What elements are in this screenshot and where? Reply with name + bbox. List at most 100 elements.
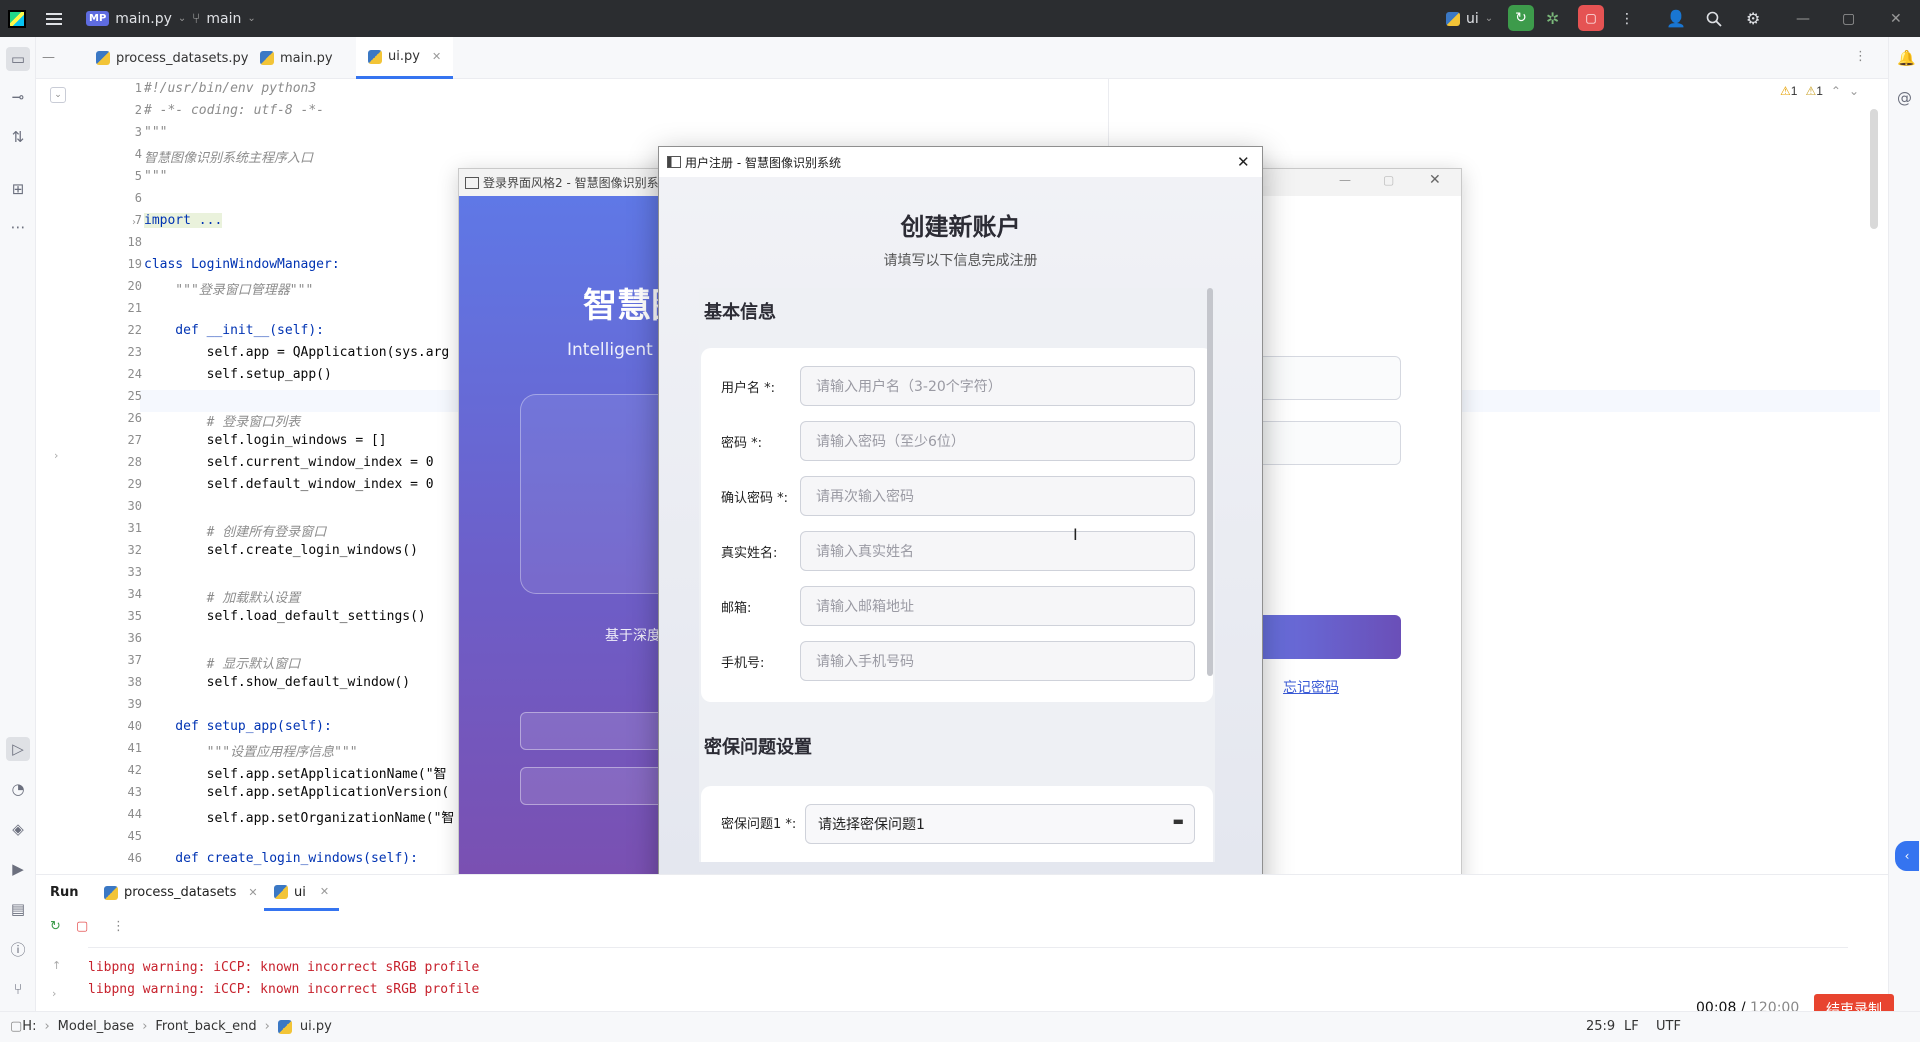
structure-button[interactable]: ⊞ [6,177,30,201]
run-more-button[interactable]: ⋮ [112,919,125,934]
line-number[interactable]: 36 [86,631,142,645]
line-number[interactable]: 39 [86,697,142,711]
search-button[interactable] [1706,0,1722,37]
line-number[interactable]: 33 [86,565,142,579]
cursor-position[interactable]: 25:9 [1586,1019,1615,1034]
console-output[interactable]: libpng warning: iCCP: known incorrect sR… [88,957,479,1001]
close-icon[interactable]: ✕ [320,885,329,908]
login-maximize-button[interactable]: ▢ [1383,173,1394,187]
line-number[interactable]: 43 [86,785,142,799]
line-number[interactable]: 26 [86,411,142,425]
minimize-button[interactable]: — [1796,0,1810,37]
git-button[interactable]: ⑂ [6,977,30,1001]
close-tab-icon[interactable]: ✕ [432,50,441,63]
line-number[interactable]: 18 [86,235,142,249]
close-icon[interactable]: ✕ [248,886,257,899]
scroll-up-button[interactable]: ↑ [52,959,61,972]
line-number[interactable]: 31 [86,521,142,535]
line-number[interactable]: 23 [86,345,142,359]
settings-button[interactable]: ⚙ [1746,0,1760,37]
line-number[interactable]: 5 [86,169,142,183]
line-number[interactable]: 32 [86,543,142,557]
tab-ui[interactable]: ui.py ✕ [356,37,454,79]
add-user-button[interactable]: 👤 [1666,0,1686,37]
line-number[interactable]: 19 [86,257,142,271]
line-number[interactable]: 1 [86,81,142,95]
pull-requests-button[interactable]: ⇅ [6,125,30,149]
interpreter-selector[interactable]: ui ⌄ [1446,0,1493,37]
line-number[interactable]: 41 [86,741,142,755]
line-number[interactable]: 25 [86,389,142,403]
line-number[interactable]: 29 [86,477,142,491]
login-password-input[interactable] [1253,421,1401,465]
line-number[interactable]: 2 [86,103,142,117]
line-number[interactable]: 7 [86,213,142,227]
editor-scrollbar[interactable] [1870,109,1878,229]
login-close-button[interactable]: ✕ [1429,172,1441,188]
line-number[interactable]: 42 [86,763,142,777]
line-number[interactable]: 45 [86,829,142,843]
line-number[interactable]: 34 [86,587,142,601]
tab-process-datasets[interactable]: process_datasets.py [82,37,262,79]
stop-button[interactable]: ▢ [1578,5,1604,31]
field-input[interactable]: 请输入邮箱地址 [800,586,1195,626]
line-number[interactable]: 40 [86,719,142,733]
security-question-1-select[interactable]: 请选择密保问题1 ▬ [805,804,1195,844]
line-number[interactable]: 38 [86,675,142,689]
login-username-input[interactable] [1253,356,1401,400]
line-number[interactable]: 27 [86,433,142,447]
fold-toggle[interactable]: ⌄ [50,87,66,103]
line-number[interactable]: 37 [86,653,142,667]
commit-tool-button[interactable]: ⊸ [6,85,30,109]
collapse-panel-button[interactable]: ‹ [1895,841,1919,871]
line-number[interactable]: 6 [86,191,142,205]
login-minimize-button[interactable]: — [1339,173,1351,187]
main-menu-button[interactable] [46,0,62,37]
problems-button[interactable]: ⓘ [6,937,30,961]
breadcrumb-model-base[interactable]: Model_base [58,1019,135,1034]
prev-highlight-icon[interactable]: ⌃ [1831,84,1841,98]
line-number[interactable]: 21 [86,301,142,315]
forgot-password-link[interactable]: 忘记密码 [1283,677,1339,697]
maximize-button[interactable]: ▢ [1842,0,1855,37]
line-ending[interactable]: LF [1624,1019,1639,1034]
line-number[interactable]: 20 [86,279,142,293]
project-tool-button[interactable]: ▭ [6,47,30,71]
app-logo[interactable] [8,0,26,37]
collapse-button[interactable]: — [42,50,55,65]
login-submit-button[interactable] [1253,615,1401,659]
more-actions-button[interactable]: ⋮ [1620,0,1634,37]
dialog-close-button[interactable]: ✕ [1237,153,1250,171]
form-scrollbar-thumb[interactable] [1207,288,1213,676]
line-number[interactable]: 44 [86,807,142,821]
line-number[interactable]: 35 [86,609,142,623]
field-input[interactable]: 请输入真实姓名 [800,531,1195,571]
run-tab-process-datasets[interactable]: process_datasets ✕ [104,885,258,900]
project-selector[interactable]: MP main.py ⌄ [86,0,186,37]
close-window-button[interactable]: ✕ [1890,0,1902,37]
run-tab-ui[interactable]: ui ✕ [264,875,340,911]
more-tools-button[interactable]: ⋯ [6,215,30,239]
breadcrumb-drive[interactable]: ▢H: [10,1019,36,1034]
field-input[interactable]: 请输入密码（至少6位） [800,421,1195,461]
field-input[interactable]: 请输入手机号码 [800,641,1195,681]
services-button[interactable]: ▶ [6,857,30,881]
line-number[interactable]: 46 [86,851,142,865]
inspection-widget[interactable]: ⚠1 ⚠1 ⌃ ⌄ [1780,84,1859,98]
expand-button[interactable]: › [52,987,56,1000]
notifications-button[interactable]: 🔔 [1897,49,1916,67]
ai-assistant-button[interactable]: @ [1897,89,1912,107]
terminal-button[interactable]: ▤ [6,897,30,921]
tab-options-button[interactable]: ⋮ [1854,49,1867,64]
line-number[interactable]: 28 [86,455,142,469]
field-input[interactable]: 请输入用户名（3-20个字符） [800,366,1195,406]
tab-main[interactable]: main.py [246,37,347,79]
line-number[interactable]: 30 [86,499,142,513]
line-number[interactable]: 24 [86,367,142,381]
branch-selector[interactable]: ⑂ main ⌄ [192,0,256,37]
rerun-run-button[interactable]: ↻ [50,919,61,934]
rerun-button[interactable]: ↻ [1508,5,1534,31]
layers-button[interactable]: ◈ [6,817,30,841]
breadcrumb-file[interactable]: ui.py [300,1019,332,1034]
line-number[interactable]: 22 [86,323,142,337]
